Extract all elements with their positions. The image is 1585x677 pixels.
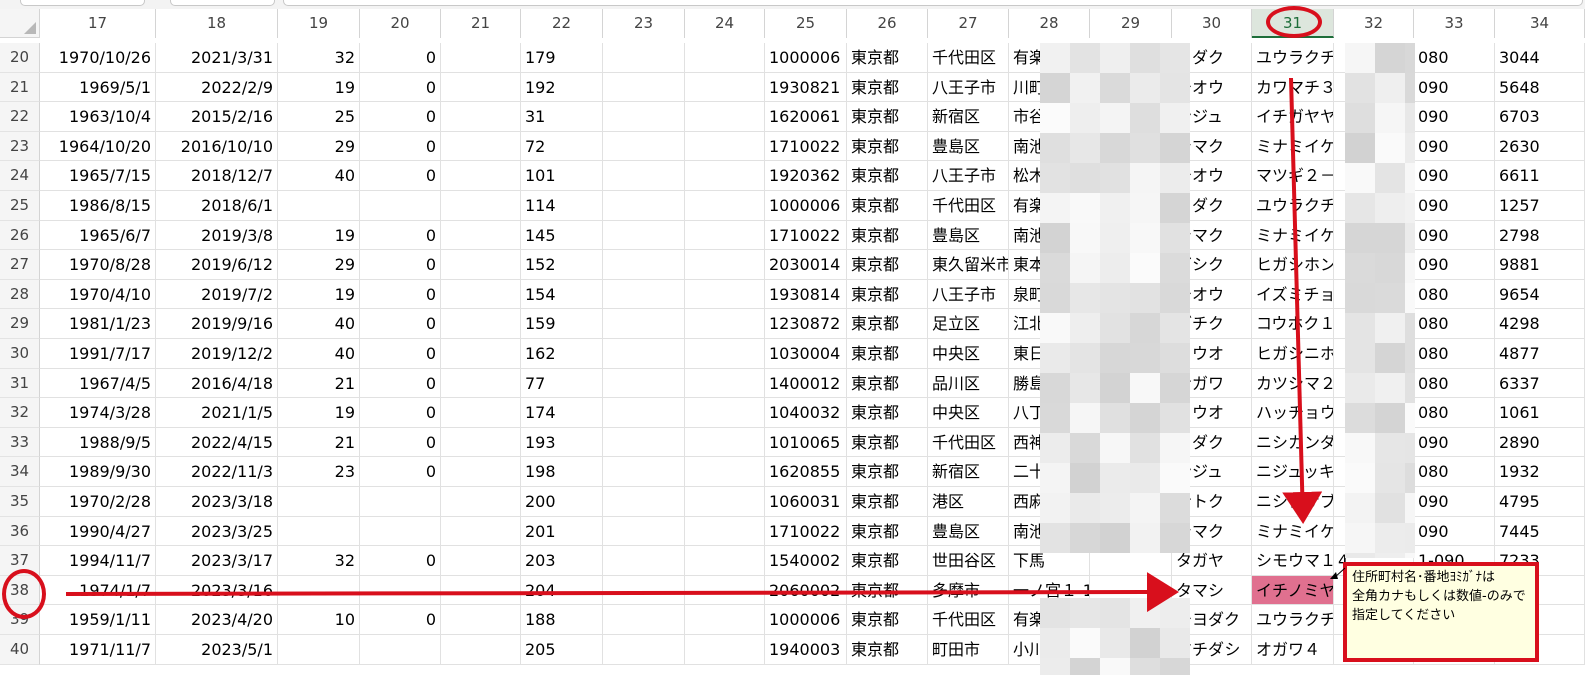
comment-pointer-head — [1330, 572, 1338, 579]
arrow-overlay — [65, 77, 1346, 613]
horizontal-arrow — [65, 572, 1179, 613]
vertical-arrow — [1282, 77, 1323, 524]
